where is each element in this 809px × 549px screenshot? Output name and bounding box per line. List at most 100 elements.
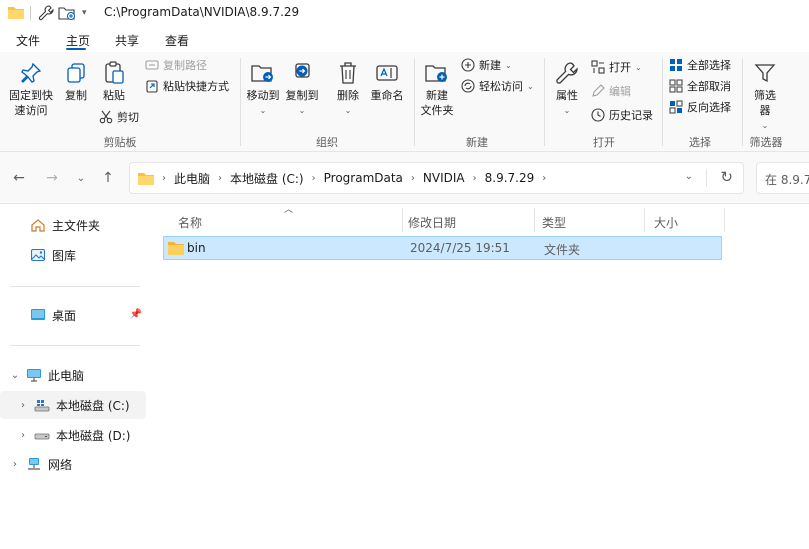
quick-access-chevron-icon[interactable]: ▾ xyxy=(82,8,87,18)
sidebar-item-gallery[interactable]: 图库 xyxy=(0,241,146,269)
filter-label-1: 筛选 xyxy=(754,89,776,102)
search-input[interactable]: 在 8.9.7.29 中搜索 xyxy=(756,162,809,194)
select-group-label: 选择 xyxy=(689,136,711,149)
breadcrumb-chevron-icon[interactable]: › xyxy=(218,173,222,184)
paste-shortcut-icon xyxy=(144,78,160,94)
invert-selection-button[interactable]: 反向选择 xyxy=(668,98,731,116)
table-row[interactable]: bin 2024/7/25 19:51 文件夹 xyxy=(163,236,722,260)
history-button[interactable]: 历史记录 xyxy=(590,106,653,124)
sidebar-item-network[interactable]: › 网络 xyxy=(0,450,146,478)
folder-app-icon xyxy=(8,5,24,22)
open-chevron-icon: ⌄ xyxy=(635,62,642,72)
cut-label: 剪切 xyxy=(117,111,139,124)
breadcrumb-chevron-icon[interactable]: › xyxy=(411,173,415,184)
filter-icon xyxy=(752,60,778,86)
folder-location-icon xyxy=(138,171,154,185)
properties-button[interactable]: 属性 ⌄ xyxy=(550,60,584,118)
clipboard-icon xyxy=(101,60,127,86)
pin-to-quick-access-button[interactable]: 固定到快 速访问 xyxy=(6,60,56,118)
open-button[interactable]: 打开 ⌄ xyxy=(590,58,642,76)
address-divider xyxy=(706,169,707,187)
select-all-button[interactable]: 全部选择 xyxy=(668,56,731,74)
select-all-icon xyxy=(668,57,684,73)
group-separator xyxy=(742,58,743,146)
scissors-icon xyxy=(98,109,114,125)
column-header-type[interactable]: 类型 xyxy=(530,208,640,232)
easy-access-label: 轻松访问 xyxy=(479,80,523,93)
group-separator xyxy=(662,58,663,146)
new-item-button[interactable]: 新建 ⌄ xyxy=(460,56,512,74)
ribbon: 固定到快 速访问 复制 粘贴 复制路径 粘贴快捷方式 剪切 剪贴板 移动到 ⌄ … xyxy=(0,52,809,152)
paste-button[interactable]: 粘贴 xyxy=(98,60,130,103)
computer-icon xyxy=(26,367,42,383)
back-arrow-icon[interactable]: ← xyxy=(10,169,28,187)
forward-arrow-icon[interactable]: → xyxy=(43,169,61,187)
breadcrumb-chevron-icon[interactable]: › xyxy=(542,173,546,184)
menu-bar: 文件 主页 共享 查看 xyxy=(0,26,809,52)
collapsed-chevron-icon[interactable]: › xyxy=(16,430,30,441)
sidebar-item-label: 图库 xyxy=(52,248,77,263)
address-bar[interactable]: › 此电脑 › 本地磁盘 (C:) › ProgramData › NVIDIA… xyxy=(129,162,744,194)
breadcrumb-programdata[interactable]: ProgramData xyxy=(324,171,403,185)
expanded-chevron-icon[interactable]: ⌄ xyxy=(8,370,22,381)
network-icon xyxy=(26,456,42,472)
copy-to-button[interactable]: 复制到 ⌄ xyxy=(284,60,320,118)
rename-button[interactable]: 重命名 xyxy=(368,60,406,103)
copy-to-chevron-icon: ⌄ xyxy=(298,106,306,115)
sidebar-item-label: 本地磁盘 (D:) xyxy=(56,428,131,443)
sidebar-item-desktop[interactable]: 桌面 📌 xyxy=(0,301,146,329)
copy-path-button[interactable]: 复制路径 xyxy=(144,56,207,74)
collapsed-chevron-icon[interactable]: › xyxy=(16,400,30,411)
properties-chevron-icon: ⌄ xyxy=(563,106,571,115)
up-arrow-icon[interactable]: ↑ xyxy=(99,169,117,187)
breadcrumb-drive-c[interactable]: 本地磁盘 (C:) xyxy=(230,170,304,187)
breadcrumb-nvidia[interactable]: NVIDIA xyxy=(423,171,465,185)
tab-share[interactable]: 共享 xyxy=(111,30,143,51)
recent-locations-chevron-icon[interactable]: ⌄ xyxy=(72,169,90,187)
easy-access-button[interactable]: 轻松访问 ⌄ xyxy=(460,77,534,95)
delete-label: 删除 xyxy=(337,89,359,102)
breadcrumb-current[interactable]: 8.9.7.29 xyxy=(485,171,535,185)
plus-circle-icon xyxy=(460,57,476,73)
title-separator xyxy=(30,6,31,20)
move-to-button[interactable]: 移动到 ⌄ xyxy=(244,60,282,118)
breadcrumb-chevron-icon[interactable]: › xyxy=(473,173,477,184)
desktop-icon xyxy=(30,307,46,323)
filter-label-2: 器 xyxy=(759,104,771,117)
history-label: 历史记录 xyxy=(609,109,653,122)
sidebar-item-drive-d[interactable]: › 本地磁盘 (D:) xyxy=(0,421,146,449)
column-header-name[interactable]: 名称 xyxy=(166,208,406,232)
sidebar-item-this-pc[interactable]: ⌄ 此电脑 xyxy=(0,361,146,389)
select-none-button[interactable]: 全部取消 xyxy=(668,77,731,95)
history-icon xyxy=(590,107,606,123)
new-folder-quick-icon[interactable] xyxy=(58,5,76,24)
filter-button[interactable]: 筛选 器 ⌄ xyxy=(748,60,782,133)
breadcrumb-chevron-icon[interactable]: › xyxy=(312,173,316,184)
tab-view[interactable]: 查看 xyxy=(161,30,193,51)
column-divider[interactable] xyxy=(724,208,725,232)
tab-file[interactable]: 文件 xyxy=(12,30,44,51)
new-group-label: 新建 xyxy=(466,136,488,149)
title-bar: ▾ C:\ProgramData\NVIDIA\8.9.7.29 xyxy=(0,0,809,26)
edit-button[interactable]: 编辑 xyxy=(590,82,631,100)
refresh-icon[interactable]: ↻ xyxy=(720,168,733,186)
sidebar-divider xyxy=(10,286,140,287)
copy-button[interactable]: 复制 xyxy=(60,60,92,103)
navigation-pane: 主文件夹 图库 桌面 📌 ⌄ 此电脑 › 本地磁盘 (C:) › 本地磁盘 (D… xyxy=(0,204,150,549)
drive-icon xyxy=(34,427,50,443)
sidebar-item-drive-c[interactable]: › 本地磁盘 (C:) xyxy=(0,391,146,419)
properties-wrench-icon[interactable] xyxy=(38,5,54,24)
file-name: bin xyxy=(187,241,206,255)
paste-shortcut-button[interactable]: 粘贴快捷方式 xyxy=(144,77,229,95)
file-list: ︿ 名称 修改日期 类型 大小 bin 2024/7/25 19:51 文件夹 xyxy=(150,204,809,549)
collapsed-chevron-icon[interactable]: › xyxy=(8,459,22,470)
cut-button[interactable]: 剪切 xyxy=(98,108,139,126)
new-folder-button[interactable]: 新建 文件夹 xyxy=(418,60,456,118)
column-header-size[interactable]: 大小 xyxy=(642,208,722,232)
address-history-chevron-icon[interactable]: ⌄ xyxy=(685,171,693,182)
sidebar-item-home[interactable]: 主文件夹 xyxy=(0,211,146,239)
column-header-modified[interactable]: 修改日期 xyxy=(396,208,530,232)
window-title: C:\ProgramData\NVIDIA\8.9.7.29 xyxy=(104,5,300,19)
breadcrumb-this-pc[interactable]: 此电脑 xyxy=(174,170,210,187)
delete-button[interactable]: 删除 ⌄ xyxy=(334,60,362,118)
